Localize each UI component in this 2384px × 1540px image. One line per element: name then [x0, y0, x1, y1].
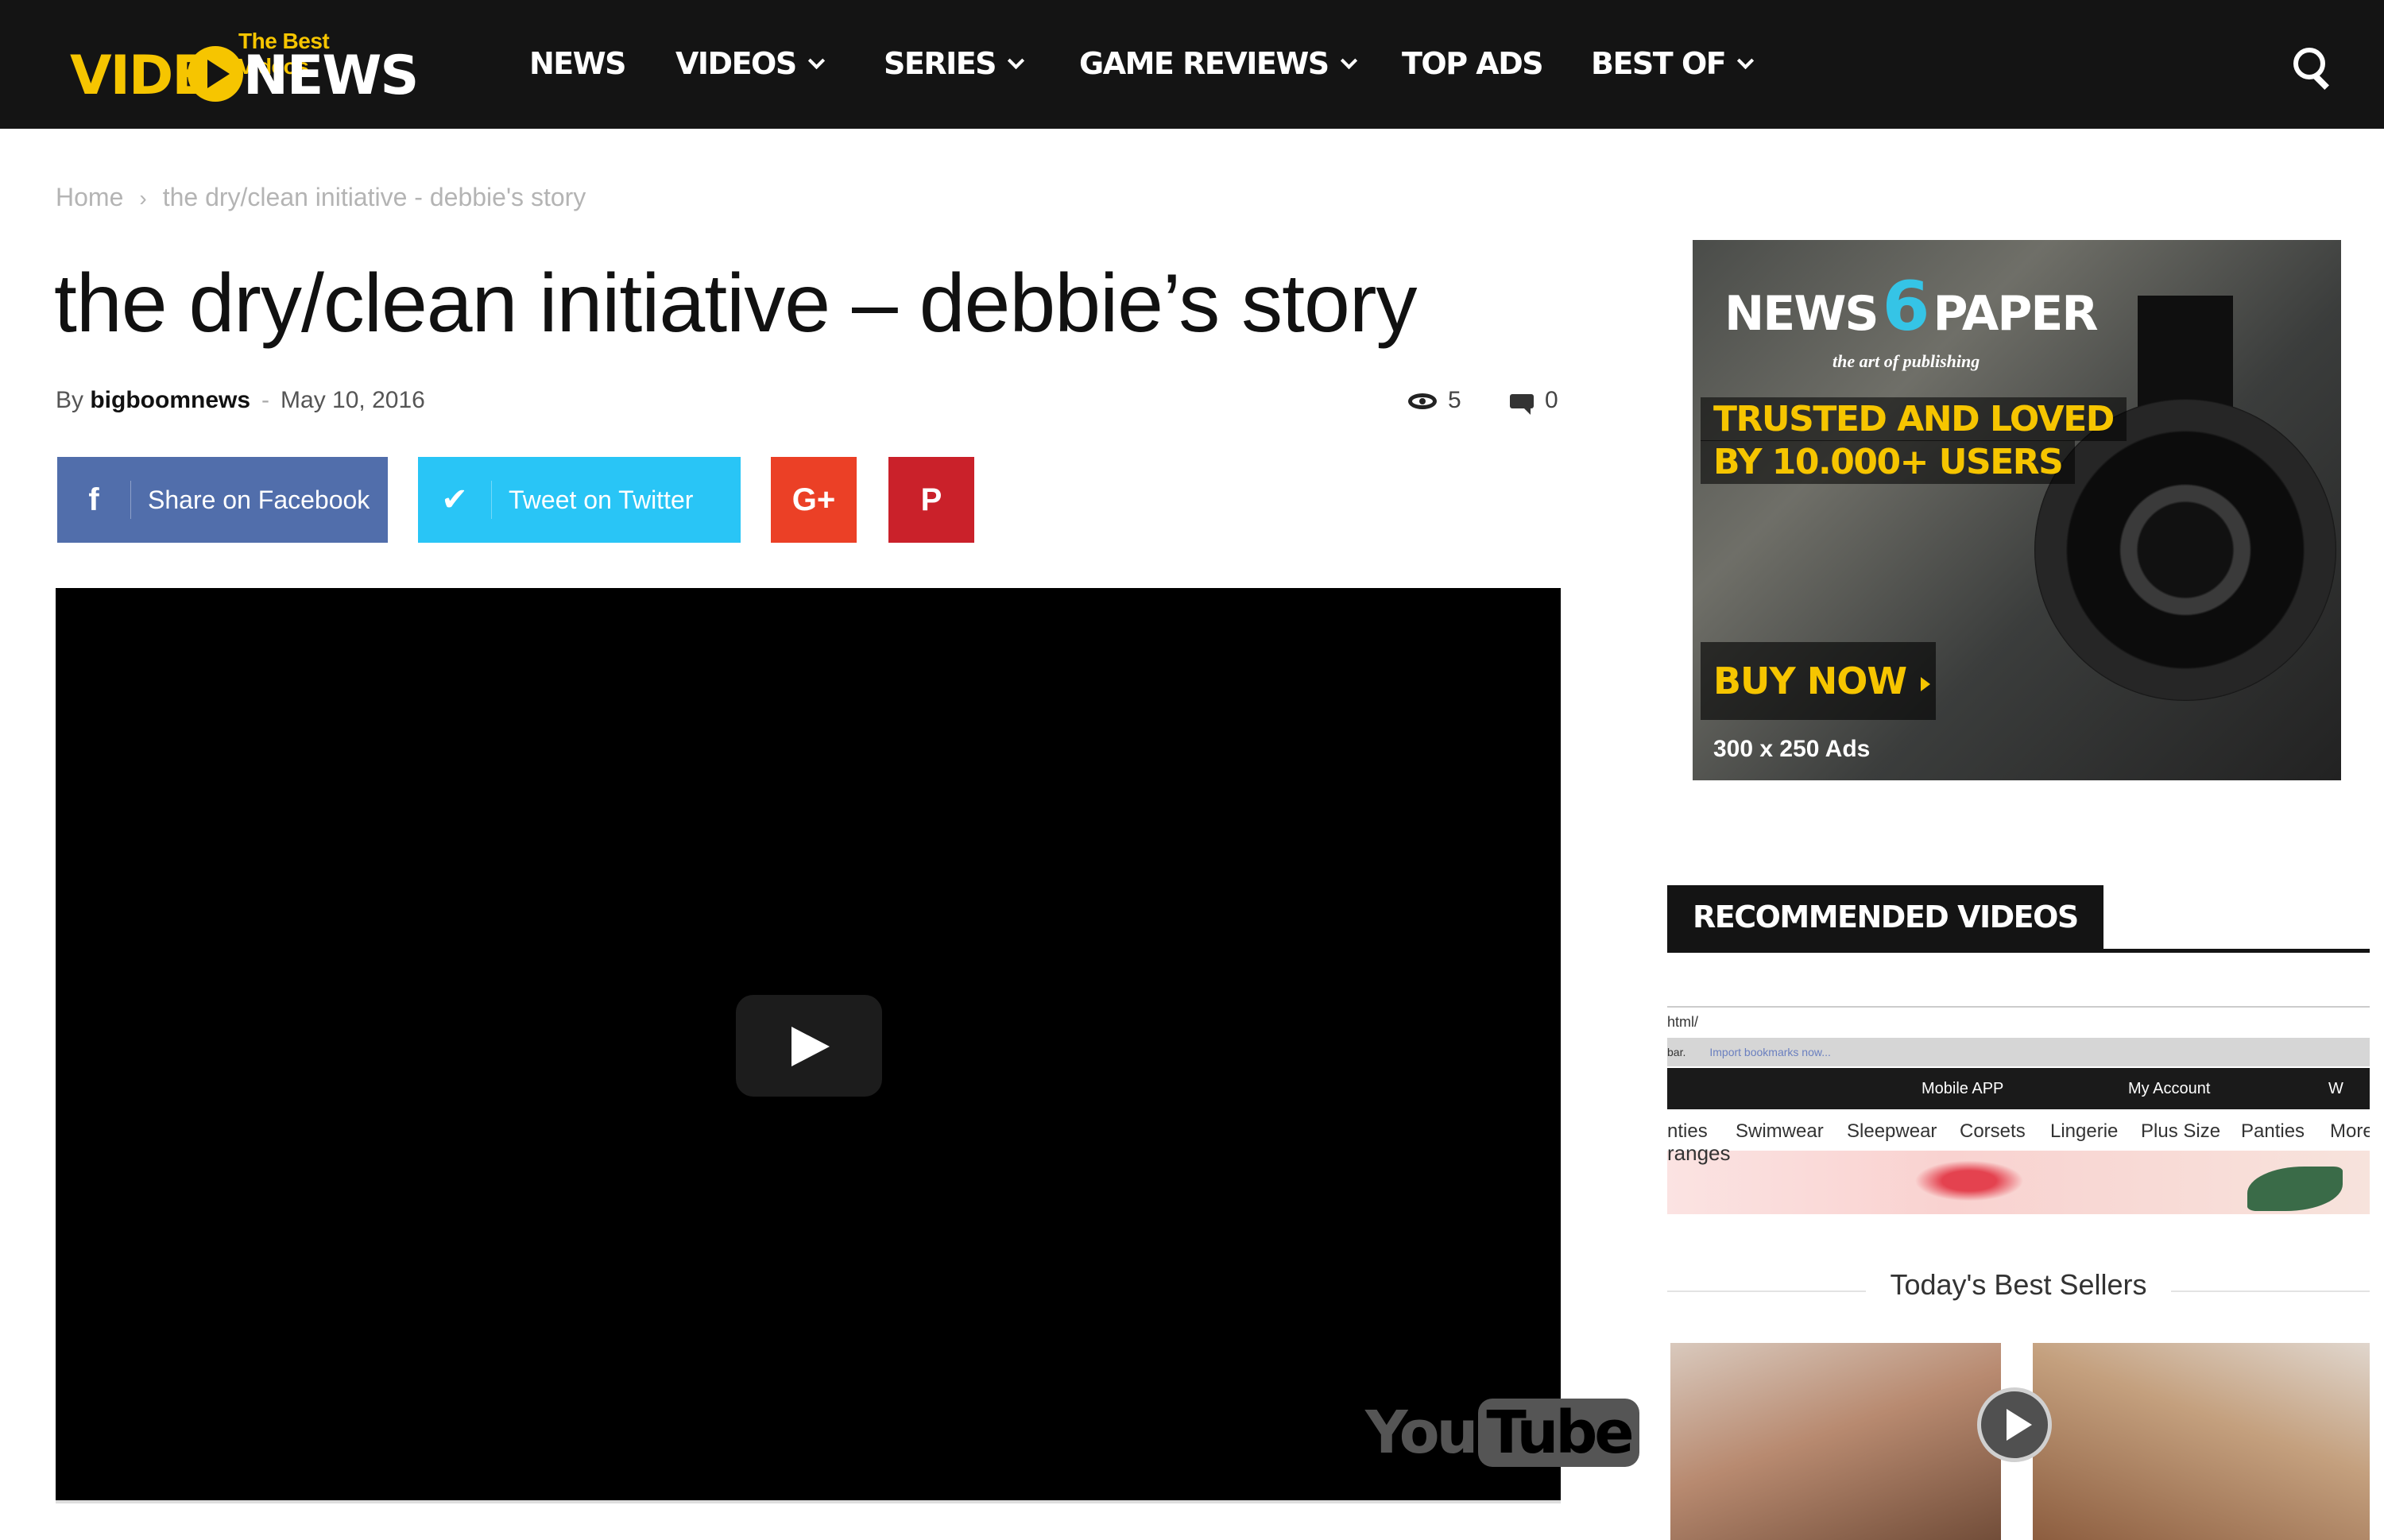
nav-item-label: NEWS — [529, 46, 627, 81]
thumb-wishlist: W — [2328, 1080, 2343, 1097]
leaf-image — [2247, 1167, 2343, 1211]
nav-item-label: GAME REVIEWS — [1079, 46, 1329, 81]
thumb-bookmark-link: Import bookmarks now... — [1709, 1046, 1831, 1058]
nav-item-game-reviews[interactable]: GAME REVIEWS — [1079, 46, 1357, 81]
search-icon[interactable] — [2292, 46, 2333, 90]
thumb-category: Panties — [2241, 1120, 2305, 1142]
thumb-promo-banner: ranges — [1667, 1141, 2370, 1214]
ad-headline-line-2: BY 10.000+ USERS — [1701, 440, 2076, 484]
ad-brand-left: NEWS — [1724, 286, 1879, 342]
recommended-videos-title: RECOMMENDED VIDEOS — [1667, 885, 2103, 949]
logo-play-icon — [188, 46, 243, 102]
author-prefix: By — [56, 387, 84, 413]
ad-brand-logo: NEWS6 PAPER — [1724, 273, 2099, 342]
ad-brand-tagline: the art of publishing — [1833, 351, 1980, 371]
thumb-category: Corsets — [1960, 1120, 2026, 1142]
comment-count[interactable]: 0 — [1510, 387, 1558, 416]
caret-right-icon — [1921, 676, 1931, 691]
ad-headline-line-1: TRUSTED AND LOVED — [1701, 397, 2127, 441]
view-count: 5 — [1408, 387, 1461, 414]
ad-brand-right: PAPER — [1933, 286, 2098, 342]
video-player[interactable]: You Tube — [56, 588, 1639, 1503]
author-link[interactable]: bigboomnews — [90, 387, 250, 413]
comment-icon — [1510, 394, 1534, 416]
thumb-url-bar: html/ — [1667, 1006, 2370, 1036]
nav-item-news[interactable]: NEWS — [529, 46, 627, 81]
google-plus-icon: G+ — [791, 482, 836, 517]
thumb-best-sellers-label: Today's Best Sellers — [1866, 1268, 2171, 1301]
twitter-icon: ✔ — [441, 482, 468, 517]
breadcrumb-current: the dry/clean initiative - debbie's stor… — [162, 183, 586, 211]
thumb-banner-text: ranges — [1667, 1141, 1731, 1165]
breadcrumb-home-link[interactable]: Home — [56, 183, 123, 211]
thumb-bookmark-bar: bar. Import bookmarks now... — [1667, 1038, 2370, 1066]
chevron-down-icon — [807, 52, 825, 70]
ad-size-label: 300 x 250 Ads — [1713, 736, 1871, 762]
thumb-bookmark-prefix: bar. — [1667, 1046, 1686, 1058]
thumb-account-bar: Mobile APP My Account W — [1667, 1068, 2370, 1109]
recommended-video-thumbnail[interactable]: html/ bar. Import bookmarks now... Mobile… — [1667, 1006, 2370, 1540]
pinterest-icon: P — [920, 482, 942, 517]
thumb-category: Sleepwear — [1847, 1120, 1937, 1142]
youtube-logo[interactable]: You Tube — [1365, 1399, 1639, 1467]
share-googleplus-button[interactable]: G+ — [771, 457, 857, 543]
youtube-logo-tube: Tube — [1478, 1399, 1639, 1467]
breadcrumb-separator: › — [139, 186, 147, 211]
view-count-value: 5 — [1448, 387, 1461, 413]
article-meta: By bigboomnews - May 10, 2016 — [56, 387, 425, 414]
ad-brand-mark: 6 — [1882, 267, 1930, 346]
facebook-icon: f — [88, 482, 99, 517]
nav-item-series[interactable]: SERIES — [884, 46, 1025, 81]
nav-item-top-ads[interactable]: TOP ADS — [1402, 46, 1544, 81]
chevron-down-icon — [1007, 52, 1025, 70]
share-twitter-label: Tweet on Twitter — [509, 486, 694, 514]
thumb-category: Plus Size — [2141, 1120, 2221, 1142]
breadcrumb: Home › the dry/clean initiative - debbie's… — [56, 183, 586, 212]
play-button[interactable] — [736, 995, 882, 1097]
thumb-play-icon[interactable] — [1977, 1387, 2052, 1462]
nav-item-label: SERIES — [884, 46, 997, 81]
ad-buy-now-button[interactable]: BUY NOW — [1701, 642, 1936, 720]
youtube-logo-you: You — [1365, 1399, 1478, 1467]
ad-buy-now-label: BUY NOW — [1713, 660, 1907, 702]
article-date: May 10, 2016 — [281, 387, 425, 413]
nav-item-label: TOP ADS — [1402, 46, 1544, 81]
top-navigation-bar: The Best Videos VIDE NEWS NEWS VIDEOS SE… — [0, 0, 2384, 129]
flower-image — [1906, 1157, 2033, 1205]
camera-lens-image — [2034, 399, 2336, 701]
nav-item-videos[interactable]: VIDEOS — [675, 46, 825, 81]
eye-icon — [1408, 393, 1437, 410]
nav-item-best-of[interactable]: BEST OF — [1591, 46, 1755, 81]
article-title: the dry/clean initiative – debbie’s stor… — [54, 257, 1418, 350]
logo-word-right: NEWS — [243, 44, 419, 107]
thumb-category: Lingerie — [2050, 1120, 2119, 1142]
chevron-down-icon — [1737, 52, 1755, 70]
meta-separator: - — [261, 387, 270, 413]
share-twitter-button[interactable]: ✔ Tweet on Twitter — [418, 457, 741, 543]
comment-count-value: 0 — [1545, 387, 1558, 413]
nav-item-label: BEST OF — [1591, 46, 1727, 81]
recommended-videos-header: RECOMMENDED VIDEOS — [1667, 885, 2370, 953]
site-logo[interactable]: The Best Videos VIDE NEWS — [70, 29, 419, 108]
sidebar-ad-banner[interactable]: NEWS6 PAPER the art of publishing TRUSTED… — [1693, 240, 2341, 780]
share-facebook-button[interactable]: f Share on Facebook — [57, 457, 388, 543]
share-pinterest-button[interactable]: P — [888, 457, 974, 543]
thumb-my-account: My Account — [2128, 1080, 2211, 1097]
thumb-best-sellers-heading: Today's Best Sellers — [1667, 1268, 2370, 1302]
thumb-product-photo-1 — [1670, 1343, 2001, 1540]
thumb-category: More — [2330, 1120, 2370, 1142]
chevron-down-icon — [1340, 52, 1357, 70]
thumb-category-menu: nties Swimwear Sleepwear Corsets Lingeri… — [1667, 1116, 2370, 1147]
thumb-category: Swimwear — [1736, 1120, 1824, 1142]
nav-item-label: VIDEOS — [675, 46, 797, 81]
thumb-mobile-app: Mobile APP — [1922, 1080, 2004, 1097]
logo-word-left: VIDE — [70, 44, 209, 107]
thumb-product-photo-2 — [2033, 1343, 2370, 1540]
share-facebook-label: Share on Facebook — [148, 486, 370, 514]
